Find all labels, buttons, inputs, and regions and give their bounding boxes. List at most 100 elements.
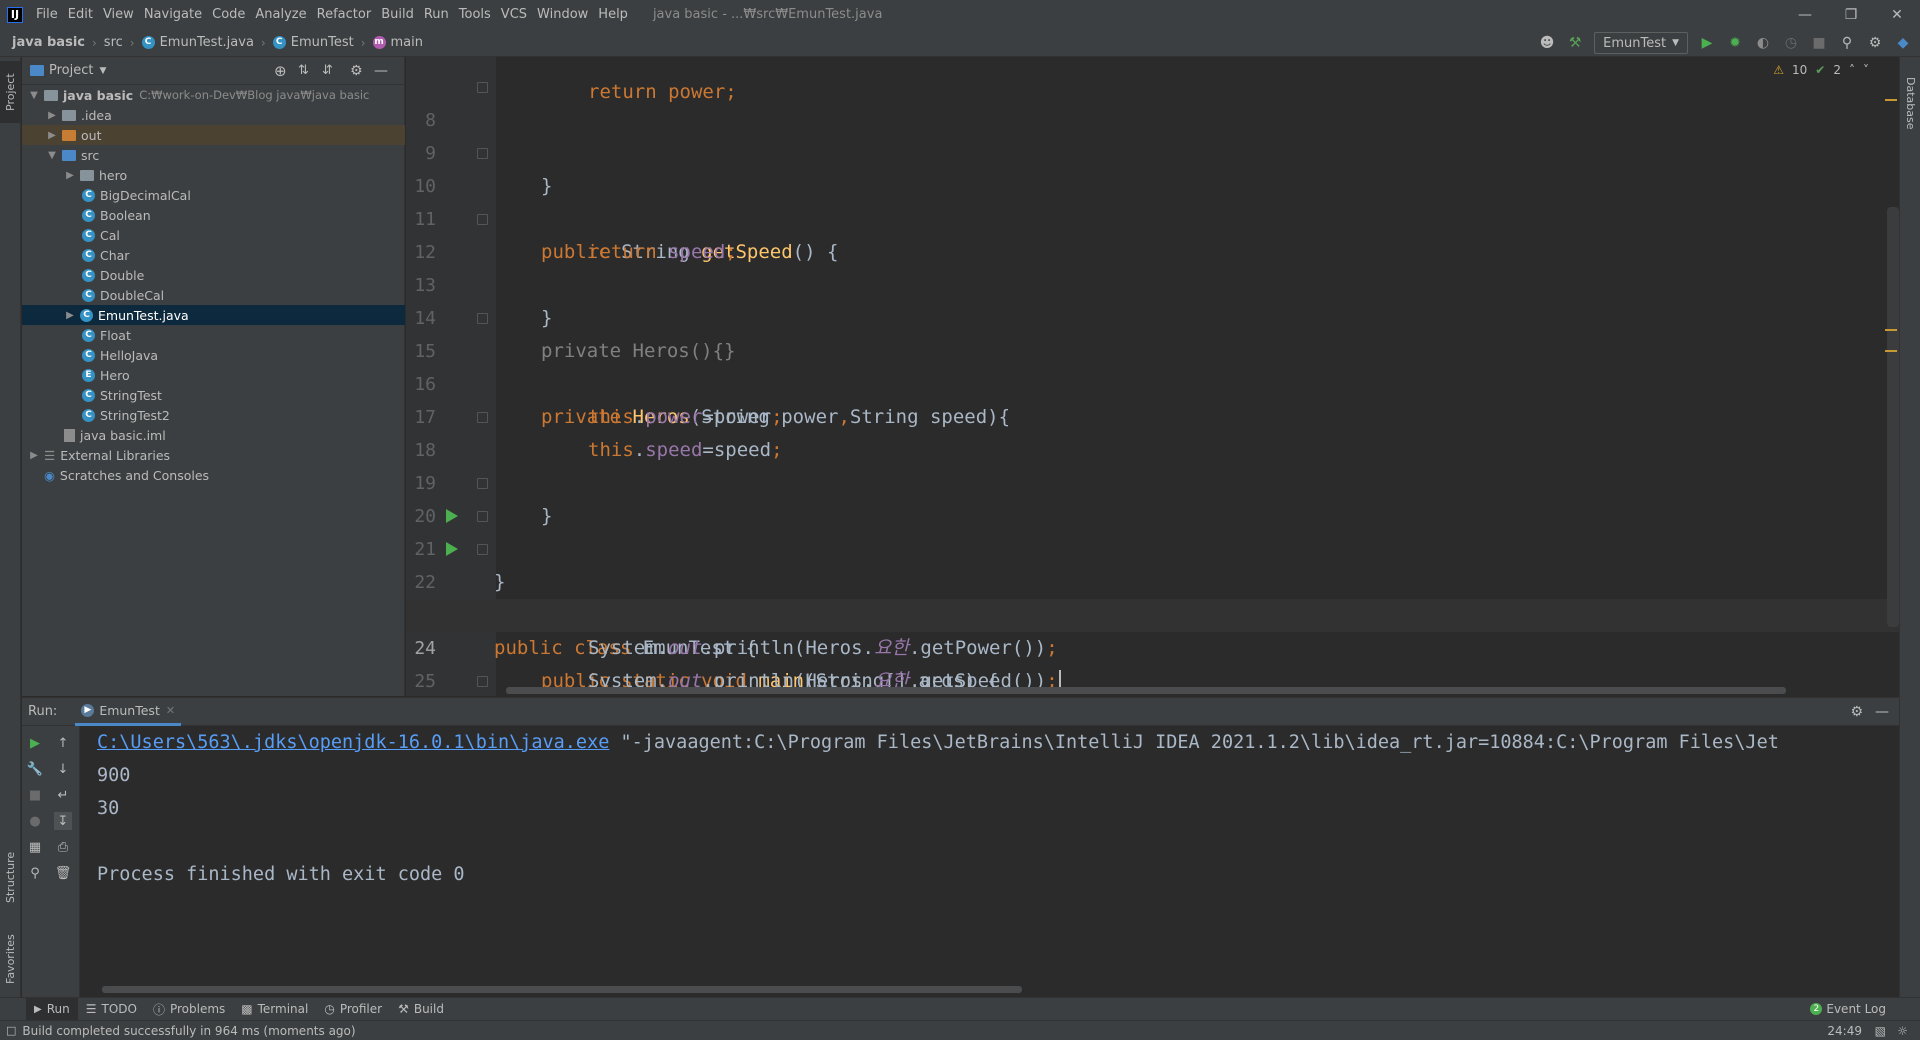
menu-vcs[interactable]: VCS xyxy=(496,0,532,29)
trash-icon[interactable]: 🗑 xyxy=(54,864,72,882)
pin-icon[interactable]: ⚲ xyxy=(26,864,44,882)
tree-item-doublecal[interactable]: C DoubleCal xyxy=(22,285,405,305)
tree-item-double[interactable]: C Double xyxy=(22,265,405,285)
stop-icon[interactable]: ■ xyxy=(26,786,44,804)
fold-icon[interactable] xyxy=(477,148,488,159)
close-icon[interactable]: ✕ xyxy=(166,704,175,717)
bottom-tab-todo[interactable]: ☰ TODO xyxy=(78,998,145,1021)
menu-tools[interactable]: Tools xyxy=(454,0,496,29)
project-side-tab[interactable]: Project xyxy=(0,61,21,123)
console-scrollbar-horizontal[interactable] xyxy=(102,986,1022,993)
bottom-tab-terminal[interactable]: ▩ Terminal xyxy=(233,998,316,1021)
menu-code[interactable]: Code xyxy=(207,0,250,29)
bottom-tab-profiler[interactable]: ◷ Profiler xyxy=(316,998,390,1021)
restore-window-button[interactable]: ❐ xyxy=(1828,0,1874,29)
tree-root[interactable]: ▼ java basic C:₩work-on-Dev₩Blog java₩ja… xyxy=(22,85,405,105)
bottom-tab-run[interactable]: ▶ Run xyxy=(26,997,78,1021)
run-tab[interactable]: ▶ EmunTest ✕ xyxy=(75,698,182,726)
profile-icon[interactable]: ◷ xyxy=(1782,34,1800,52)
warning-marker[interactable] xyxy=(1885,329,1897,331)
menu-file[interactable]: File xyxy=(31,0,63,29)
scroll-to-end-icon[interactable]: ↧ xyxy=(54,812,72,830)
coverage-icon[interactable]: ◐ xyxy=(1754,34,1772,52)
tree-item-boolean[interactable]: C Boolean xyxy=(22,205,405,225)
favorites-side-tab[interactable]: Favorites xyxy=(0,919,21,999)
tree-item-external-libraries[interactable]: ▶ ☰ External Libraries xyxy=(22,445,405,465)
tree-item-stringtest2[interactable]: C StringTest2 xyxy=(22,405,405,425)
close-window-button[interactable]: ✕ xyxy=(1874,0,1920,29)
run-gutter-icon[interactable] xyxy=(446,542,458,556)
fold-icon[interactable] xyxy=(477,214,488,225)
database-side-tab[interactable]: Database xyxy=(1900,63,1920,143)
menu-run[interactable]: Run xyxy=(419,0,454,29)
menu-help[interactable]: Help xyxy=(593,0,633,29)
structure-side-tab[interactable]: Structure xyxy=(0,837,21,917)
warning-marker[interactable] xyxy=(1885,99,1897,101)
breadcrumb-method[interactable]: m main xyxy=(371,35,425,50)
inspection-widget[interactable]: ⚠ 10 ✔ 2 ˄ ˅ xyxy=(1773,63,1869,77)
breadcrumb-class[interactable]: C EmunTest xyxy=(271,35,356,50)
wrench-icon[interactable]: 🔧 xyxy=(26,760,44,778)
chevron-down-icon[interactable]: ▼ xyxy=(46,150,58,161)
chevron-right-icon[interactable]: ▶ xyxy=(46,130,58,141)
run-config-select[interactable]: EmunTest ▼ xyxy=(1594,32,1688,54)
menu-analyze[interactable]: Analyze xyxy=(250,0,311,29)
notifications-icon[interactable]: ☼ xyxy=(1897,1024,1908,1038)
tree-item-hero[interactable]: ▶ hero xyxy=(22,165,405,185)
editor-scrollbar-horizontal[interactable] xyxy=(506,687,1786,694)
status-message[interactable]: Build completed successfully in 964 ms (… xyxy=(22,1024,355,1038)
chevron-right-icon[interactable]: ▶ xyxy=(28,450,40,461)
hide-panel-icon[interactable]: — xyxy=(374,63,388,79)
camera-icon[interactable]: ● xyxy=(26,812,44,830)
bottom-tab-build[interactable]: ⚒ Build xyxy=(390,998,452,1021)
tree-item-char[interactable]: C Char xyxy=(22,245,405,265)
warning-marker[interactable] xyxy=(1885,350,1897,352)
fold-icon[interactable] xyxy=(477,478,488,489)
chevron-right-icon[interactable]: ▶ xyxy=(64,310,76,321)
fold-icon[interactable] xyxy=(477,511,488,522)
menu-edit[interactable]: Edit xyxy=(63,0,98,29)
print-icon[interactable]: ⎙ xyxy=(54,838,72,856)
tree-item-scratches[interactable]: ◉ Scratches and Consoles xyxy=(22,465,405,485)
arrow-up-icon[interactable]: ↑ xyxy=(54,734,72,752)
editor-scrollbar-vertical[interactable] xyxy=(1887,207,1899,627)
build-hammer-icon[interactable]: ⚒ xyxy=(1566,34,1584,52)
menu-window[interactable]: Window xyxy=(532,0,593,29)
tree-item-float[interactable]: C Float xyxy=(22,325,405,345)
soft-wrap-icon[interactable]: ↵ xyxy=(54,786,72,804)
arrow-down-icon[interactable]: ↓ xyxy=(54,760,72,778)
run-gutter-icon[interactable] xyxy=(446,509,458,523)
menu-build[interactable]: Build xyxy=(376,0,419,29)
tree-item-emuntest[interactable]: ▶ C EmunTest.java xyxy=(22,305,405,325)
tree-item-bigdecimalcal[interactable]: C BigDecimalCal xyxy=(22,185,405,205)
chevron-down-icon[interactable]: ▼ xyxy=(28,90,40,101)
fold-icon[interactable] xyxy=(477,544,488,555)
java-exe-link[interactable]: C:\Users\563\.jdks\openjdk-16.0.1\bin\ja… xyxy=(97,732,609,753)
console-output[interactable]: C:\Users\563\.jdks\openjdk-16.0.1\bin\ja… xyxy=(97,726,1899,998)
fold-icon[interactable] xyxy=(477,313,488,324)
menu-view[interactable]: View xyxy=(98,0,139,29)
tree-item-stringtest[interactable]: C StringTest xyxy=(22,385,405,405)
chevron-down-icon[interactable]: ▼ xyxy=(99,66,106,76)
plugin-icon[interactable]: ◆ xyxy=(1894,34,1912,52)
code-editor[interactable]: return power; 8 } 9 10 public String get… xyxy=(406,57,1899,696)
collapse-all-icon[interactable]: ⇵ xyxy=(322,63,333,78)
menu-refactor[interactable]: Refactor xyxy=(312,0,377,29)
caret-position[interactable]: 24:49 xyxy=(1827,1024,1862,1038)
breadcrumb-src[interactable]: src xyxy=(102,35,125,50)
user-icon[interactable]: ☻ xyxy=(1538,34,1556,52)
tree-item-src[interactable]: ▼ src xyxy=(22,145,405,165)
gear-icon[interactable]: ⚙ xyxy=(1866,34,1884,52)
tree-item-hero-class[interactable]: E Hero xyxy=(22,365,405,385)
tree-item-idea[interactable]: ▶ .idea xyxy=(22,105,405,125)
search-icon[interactable]: ⚲ xyxy=(1838,34,1856,52)
breadcrumb-project[interactable]: java basic xyxy=(10,35,87,50)
menu-navigate[interactable]: Navigate xyxy=(139,0,207,29)
breadcrumb-file[interactable]: C EmunTest.java xyxy=(140,35,256,50)
lock-icon[interactable]: ▧ xyxy=(1875,1024,1886,1038)
chevron-up-icon[interactable]: ˄ xyxy=(1849,63,1855,77)
tree-item-hellojava[interactable]: C HelloJava xyxy=(22,345,405,365)
project-panel-title[interactable]: Project xyxy=(49,63,93,78)
debug-icon[interactable]: ✹ xyxy=(1726,34,1744,52)
fold-icon[interactable] xyxy=(477,412,488,423)
